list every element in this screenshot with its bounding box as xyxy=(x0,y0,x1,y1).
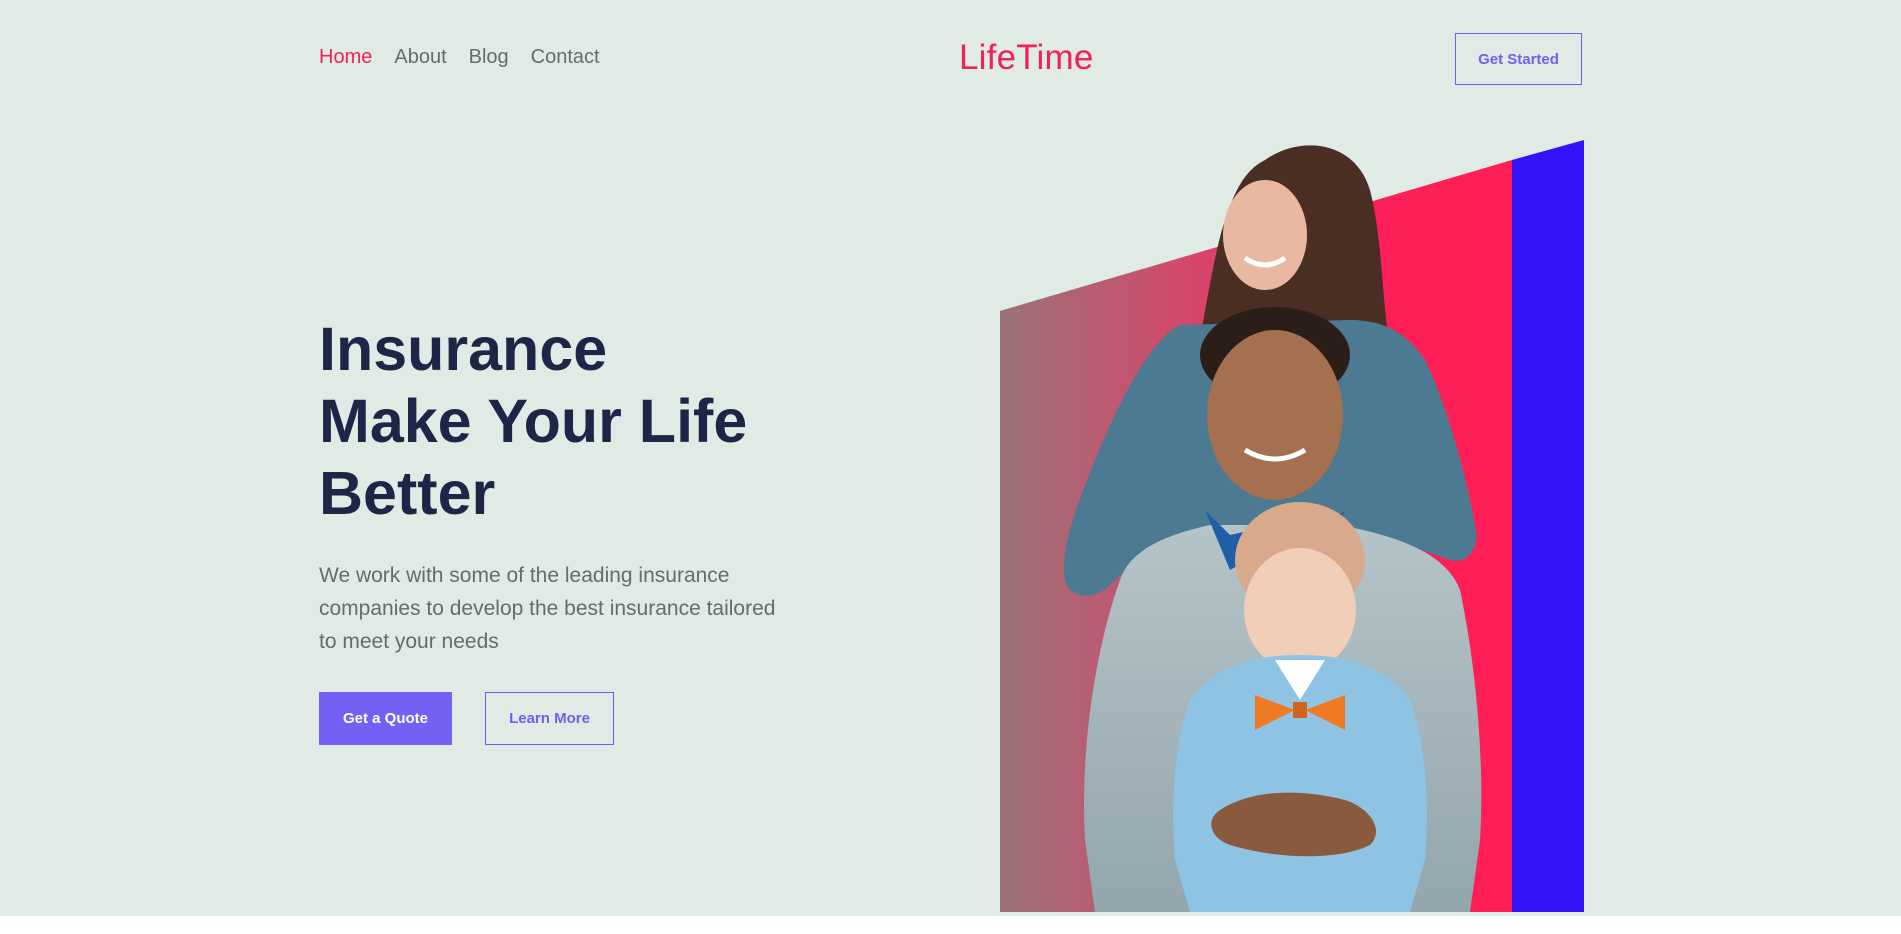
blue-band-shape xyxy=(1512,140,1584,912)
hero-visual xyxy=(1000,140,1584,912)
hero-description: We work with some of the leading insuran… xyxy=(319,564,776,653)
get-started-button[interactable]: Get Started xyxy=(1455,33,1582,85)
main-nav: Home About Blog Contact xyxy=(319,46,600,69)
bow-tie-knot xyxy=(1293,702,1307,718)
hero-title: Insurance Make Your Life Better xyxy=(319,313,747,529)
hero-title-line: Make Your Life xyxy=(319,387,748,455)
family-photo-icon xyxy=(1000,140,1584,912)
woman-face xyxy=(1223,180,1307,290)
nav-link-home[interactable]: Home xyxy=(319,46,372,69)
nav-link-blog[interactable]: Blog xyxy=(469,46,509,69)
get-quote-button[interactable]: Get a Quote xyxy=(319,692,452,745)
learn-more-button[interactable]: Learn More xyxy=(485,692,614,745)
hero-title-line: Better xyxy=(319,459,496,527)
man-face xyxy=(1207,330,1343,500)
landing-page: Home About Blog Contact LifeTime Get Sta… xyxy=(0,0,1901,916)
baby-face xyxy=(1244,548,1356,672)
nav-link-about[interactable]: About xyxy=(394,46,446,69)
hero-title-line: Insurance xyxy=(319,315,608,383)
brand-logo[interactable]: LifeTime xyxy=(959,38,1094,78)
nav-link-contact[interactable]: Contact xyxy=(531,46,600,69)
